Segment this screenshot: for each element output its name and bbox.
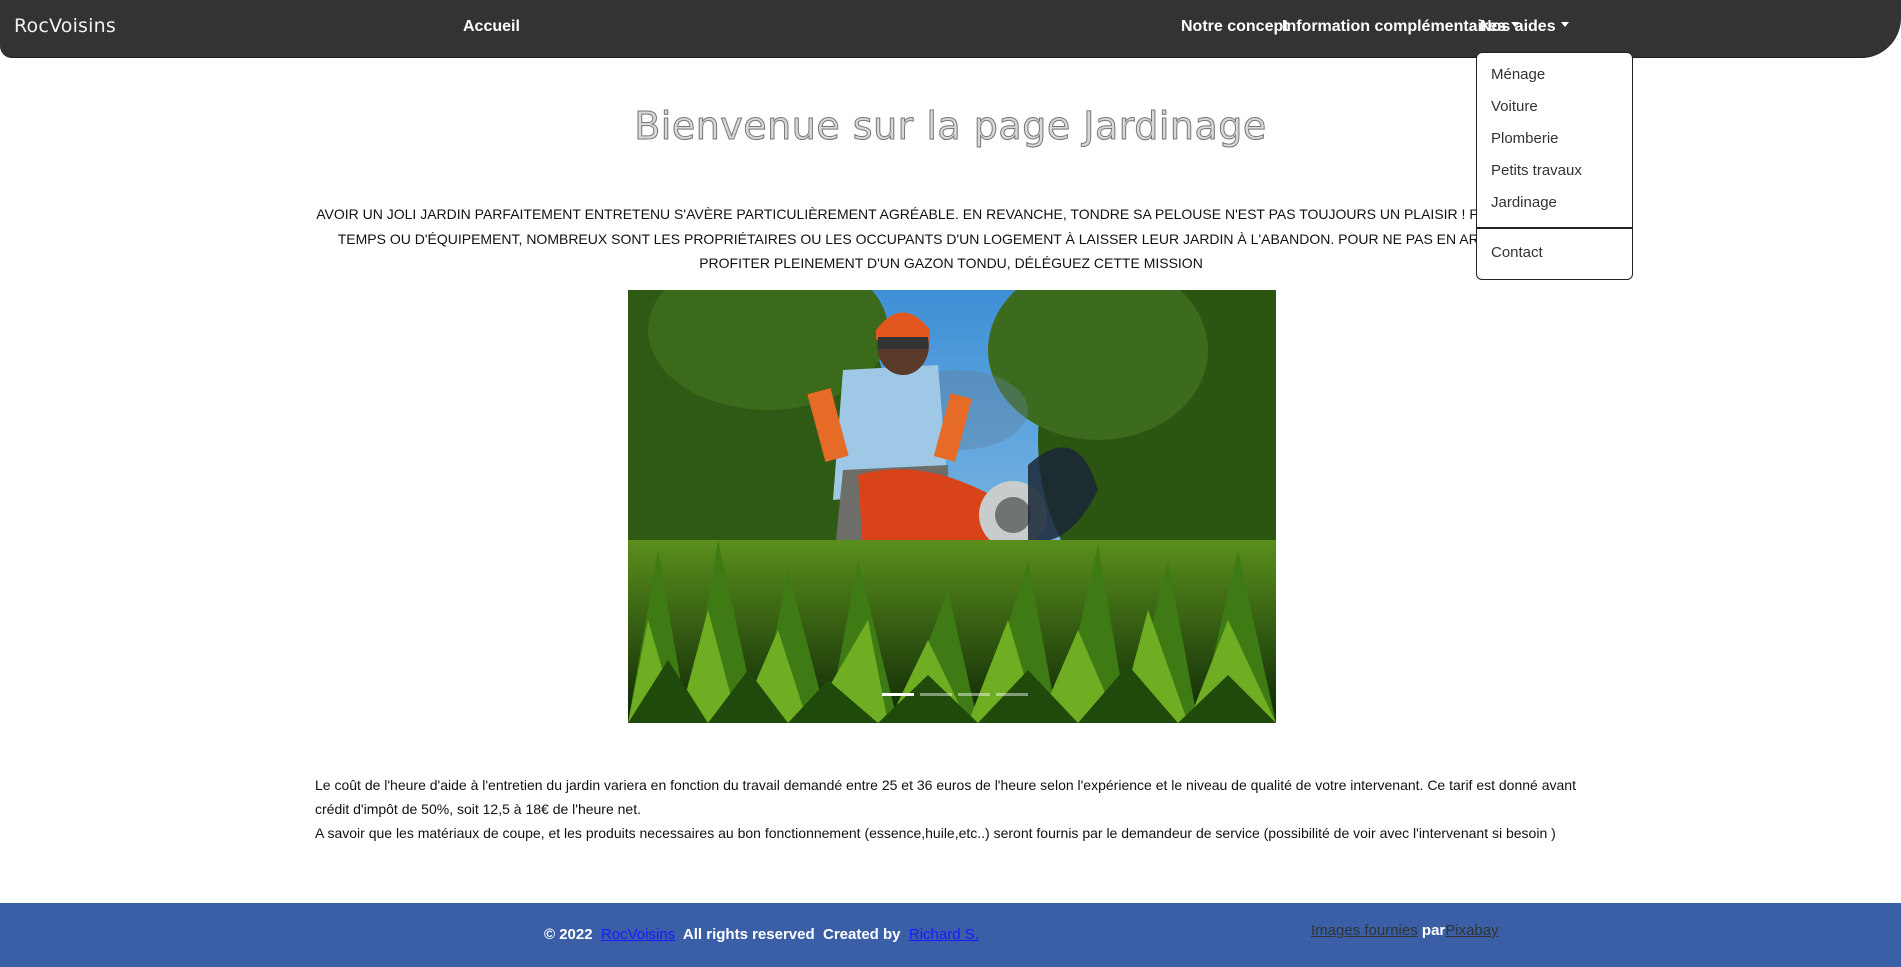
chevron-down-icon	[1560, 22, 1569, 28]
info-section: Le coût de l'heure d'aide à l'entretien …	[315, 773, 1595, 845]
rights-text: All rights reserved	[682, 926, 815, 943]
pixabay-link[interactable]: Pixabay	[1445, 922, 1498, 939]
intro-text: Avoir un joli jardin parfaitement entret…	[316, 206, 1586, 271]
dropdown-item-menage[interactable]: Ménage	[1491, 66, 1545, 83]
copyright-text: © 2022	[544, 926, 593, 943]
aids-dropdown-menu: Ménage Voiture Plomberie Petits travaux …	[1476, 52, 1633, 280]
dropdown-item-contact[interactable]: Contact	[1491, 244, 1543, 261]
nav-info-label: Information complémentaires	[1282, 18, 1507, 35]
images-link[interactable]: Images fournies	[1311, 922, 1418, 939]
created-by-text: Created by	[822, 926, 901, 943]
carousel-indicator[interactable]	[882, 693, 914, 696]
carousel-indicator[interactable]	[958, 693, 990, 696]
carousel-indicator[interactable]	[920, 693, 952, 696]
cost-text: Le coût de l'heure d'aide à l'entretien …	[315, 777, 1576, 817]
brand-logo[interactable]: RocVoisins	[14, 15, 116, 37]
dropdown-item-voiture[interactable]: Voiture	[1491, 98, 1538, 115]
author-link[interactable]: Richard S.	[909, 926, 979, 943]
nav-concept-link[interactable]: Notre concept	[1181, 18, 1289, 36]
nav-aids-label: Nos aides	[1480, 18, 1556, 35]
nav-aids-dropdown[interactable]: Nos aides	[1480, 18, 1569, 36]
dropdown-item-plomberie[interactable]: Plomberie	[1491, 130, 1559, 147]
dropdown-item-jardinage[interactable]: Jardinage	[1491, 194, 1557, 211]
carousel-indicator[interactable]	[996, 693, 1028, 696]
nav-home-link[interactable]: Accueil	[463, 18, 520, 36]
carousel-indicators	[882, 693, 1028, 696]
footer: © 2022 RocVoisins All rights reserved Cr…	[0, 903, 1901, 967]
site-link[interactable]: RocVoisins	[601, 926, 675, 943]
dropdown-divider	[1477, 227, 1632, 229]
par-text: par	[1421, 922, 1446, 939]
image-credits: Images fournies parPixabay	[1311, 922, 1499, 939]
image-carousel[interactable]	[628, 290, 1276, 723]
materials-text: A savoir que les matériaux de coupe, et …	[315, 825, 1556, 841]
navbar: RocVoisins Accueil Notre concept Informa…	[0, 0, 1901, 58]
gardener-photo	[628, 290, 1276, 723]
footer-credits: © 2022 RocVoisins All rights reserved Cr…	[544, 926, 979, 943]
dropdown-item-petits-travaux[interactable]: Petits travaux	[1491, 162, 1582, 179]
